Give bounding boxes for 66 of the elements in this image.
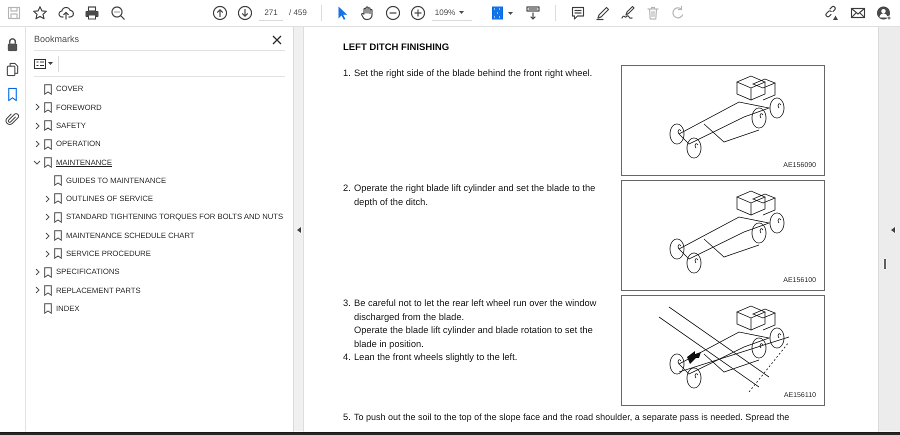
page-number-field[interactable]: 271 xyxy=(259,5,283,21)
collapse-chevron-icon[interactable] xyxy=(33,160,41,165)
step-number: 3. xyxy=(343,297,352,310)
expand-panel-icon[interactable] xyxy=(890,226,894,232)
step-text: Be careful not to let the rear left wheel run over the window discharged from the blade. xyxy=(354,297,598,324)
bookmark-icon xyxy=(44,266,52,278)
expand-chevron-icon[interactable] xyxy=(34,140,40,148)
bookmark-icon xyxy=(44,84,52,95)
bookmark-icon[interactable] xyxy=(5,87,20,102)
paperclip-icon[interactable] xyxy=(5,112,20,127)
bookmark-icon xyxy=(44,102,52,113)
bookmark-icon xyxy=(54,230,62,242)
bookmark-icon xyxy=(54,193,62,204)
expand-chevron-icon[interactable] xyxy=(44,250,50,258)
zoom-dropdown[interactable]: 109% xyxy=(432,5,472,21)
step-text: Lean the front wheels slightly to the left. xyxy=(354,351,518,364)
caret-icon[interactable] xyxy=(48,62,53,65)
link-share-icon[interactable] xyxy=(824,5,840,21)
step-number: 4. xyxy=(343,351,352,364)
expand-chevron-icon[interactable] xyxy=(34,103,40,112)
hand-icon[interactable] xyxy=(358,5,375,21)
scroll-mode-icon[interactable] xyxy=(524,5,541,21)
panel-title: Bookmarks xyxy=(34,32,80,46)
caret-icon[interactable] xyxy=(459,11,464,14)
step-number: 1. xyxy=(343,67,352,80)
collapse-panel-icon[interactable] xyxy=(296,226,300,232)
bookmark-icon xyxy=(54,175,62,186)
expand-chevron-icon[interactable] xyxy=(34,122,40,130)
pages-icon[interactable] xyxy=(5,62,20,77)
bookmark-icon xyxy=(44,120,52,132)
fit-page-icon[interactable] xyxy=(490,5,506,21)
section-heading: LEFT DITCH FINISHING xyxy=(343,41,450,55)
expand-chevron-icon[interactable] xyxy=(34,286,40,294)
lock-icon[interactable] xyxy=(5,37,20,52)
close-icon[interactable] xyxy=(272,34,282,44)
zoom-out-icon[interactable] xyxy=(384,5,401,21)
step-text: Operate the right blade lift cylinder and set the blade to the depth of the ditch. xyxy=(354,182,596,209)
bookmark-icon xyxy=(44,156,52,168)
account-icon[interactable] xyxy=(876,5,892,21)
step-number: 2. xyxy=(343,182,352,196)
caret-icon[interactable] xyxy=(508,12,513,14)
expand-chevron-icon[interactable] xyxy=(44,213,50,222)
step-number: 5. xyxy=(343,412,352,424)
bookmark-icon xyxy=(44,303,52,314)
page-count: / 459 xyxy=(289,7,307,19)
comment-icon[interactable] xyxy=(570,5,586,21)
zoom-in-icon[interactable] xyxy=(410,5,426,21)
bookmark-icon xyxy=(44,138,52,150)
step-text: Set the right side of the blade behind the front right wheel. xyxy=(354,67,592,80)
expand-chevron-icon[interactable] xyxy=(34,268,40,276)
bookmark-icon xyxy=(44,284,52,296)
bookmark-icon xyxy=(54,248,62,260)
pen-icon[interactable] xyxy=(594,5,611,21)
search-icon[interactable] xyxy=(110,5,126,21)
step-text: To push out the soil to the top of the slope face and the road shoulder, a separate pass is needed. Spread the xyxy=(354,412,790,424)
step-text: Operate the blade lift cylinder and blade rotation to set the blade in position. xyxy=(354,324,594,351)
scroll-thumb[interactable] xyxy=(884,259,886,269)
star-icon[interactable] xyxy=(32,5,48,21)
expand-chevron-icon[interactable] xyxy=(44,232,50,240)
bookmark-icon xyxy=(54,212,62,223)
mail-icon[interactable] xyxy=(850,5,866,21)
printer-icon[interactable] xyxy=(84,5,100,21)
signature-icon[interactable] xyxy=(620,5,636,21)
cloud-upload-icon[interactable] xyxy=(58,5,74,21)
list-options-icon[interactable] xyxy=(34,58,46,68)
expand-chevron-icon[interactable] xyxy=(44,194,50,203)
